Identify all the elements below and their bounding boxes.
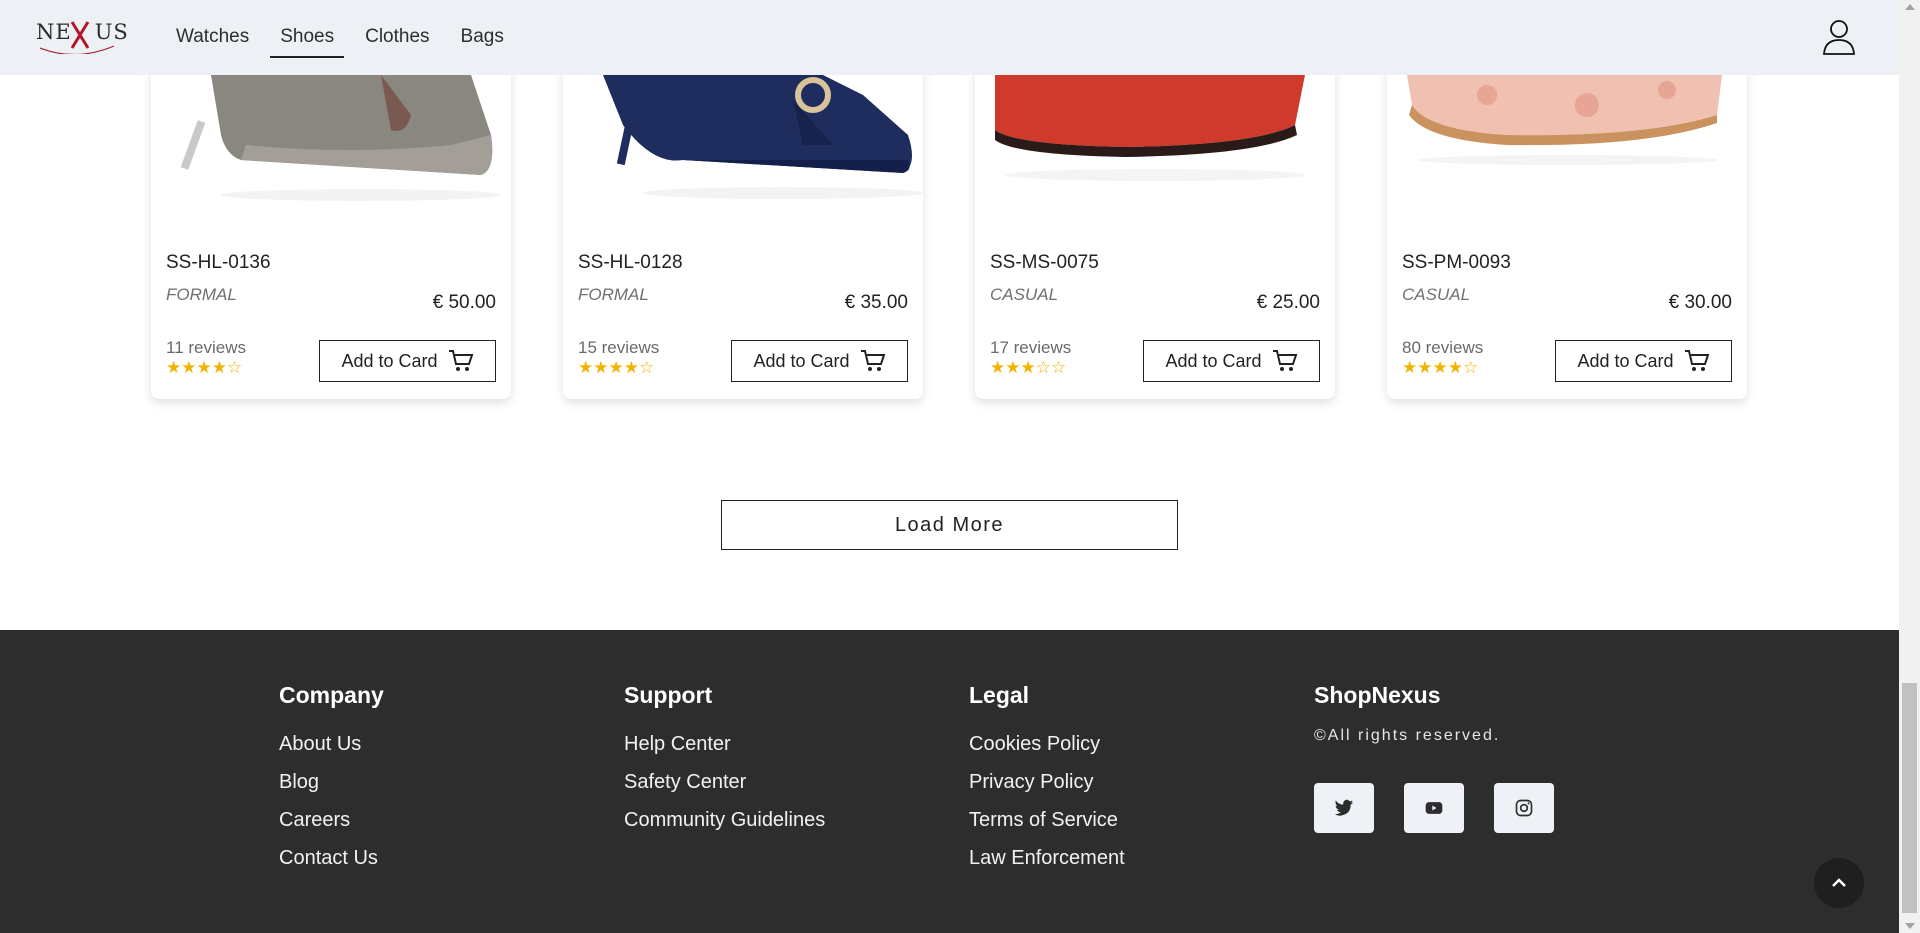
add-to-cart-button[interactable]: Add to Card [1143, 340, 1320, 382]
nav-item-watches[interactable]: Watches [166, 24, 259, 58]
cart-icon [1272, 350, 1297, 371]
youtube-icon [1425, 802, 1443, 814]
footer-column-brand: ShopNexus ©All rights reserved. [1314, 682, 1554, 833]
product-card[interactable]: SS-HL-0136 FORMAL € 50.00 11 reviews ★★★… [151, 40, 511, 399]
nav-item-shoes[interactable]: Shoes [270, 24, 345, 58]
page-scrollbar[interactable] [1899, 0, 1920, 933]
product-category: CASUAL [990, 285, 1059, 304]
product-reviews[interactable]: 17 reviews [990, 338, 1071, 358]
footer-link-careers[interactable]: Careers [279, 809, 384, 832]
footer-column-company: Company About Us Blog Careers Contact Us [279, 682, 384, 885]
twitter-icon [1334, 799, 1354, 816]
add-to-cart-button[interactable]: Add to Card [731, 340, 908, 382]
nav-item-clothes[interactable]: Clothes [355, 24, 439, 58]
product-price: € 50.00 [432, 292, 496, 313]
product-image-floral-flat[interactable] [1387, 75, 1747, 225]
product-price: € 35.00 [844, 292, 908, 313]
add-to-cart-button[interactable]: Add to Card [1555, 340, 1732, 382]
product-reviews[interactable]: 15 reviews [578, 338, 659, 358]
cart-icon [1684, 350, 1709, 371]
scroll-thumb[interactable] [1902, 683, 1917, 913]
scroll-down-arrow[interactable] [1905, 923, 1915, 929]
product-name[interactable]: SS-HL-0136 [166, 252, 271, 274]
add-to-cart-label: Add to Card [753, 350, 850, 371]
product-image-silver-heel[interactable] [151, 75, 511, 225]
product-reviews[interactable]: 80 reviews [1402, 338, 1483, 358]
product-category: CASUAL [1402, 285, 1471, 304]
product-image-red-loafer[interactable] [975, 75, 1335, 225]
product-price: € 25.00 [1256, 292, 1320, 313]
footer-link-help-center[interactable]: Help Center [624, 733, 825, 756]
social-links [1314, 783, 1554, 833]
product-name[interactable]: SS-MS-0075 [990, 252, 1099, 274]
footer-brand-name: ShopNexus [1314, 682, 1441, 708]
product-image-navy-heel[interactable] [563, 75, 923, 225]
instagram-button[interactable] [1494, 783, 1554, 833]
instagram-icon [1515, 799, 1533, 817]
product-name[interactable]: SS-PM-0093 [1402, 252, 1511, 274]
product-reviews[interactable]: 11 reviews [166, 338, 246, 358]
chevron-up-icon [1832, 878, 1846, 887]
brand-logo[interactable]: NE US [36, 18, 128, 54]
copyright-text: ©All rights reserved. [1314, 727, 1501, 744]
load-more-button[interactable]: Load More [721, 500, 1178, 550]
main-nav: Watches Shoes Clothes Bags [166, 24, 525, 58]
footer-heading: Legal [969, 682, 1030, 708]
footer-heading: Company [279, 682, 384, 708]
rating-stars: ★★★★☆ [578, 358, 655, 377]
rating-stars: ★★★☆☆ [990, 358, 1067, 377]
cart-icon [448, 350, 473, 371]
scroll-up-arrow[interactable] [1905, 4, 1915, 10]
back-to-top-button[interactable] [1814, 858, 1864, 908]
footer-link-about-us[interactable]: About Us [279, 733, 384, 756]
product-category: FORMAL [166, 285, 237, 304]
footer-column-support: Support Help Center Safety Center Commun… [624, 682, 825, 847]
footer-link-privacy-policy[interactable]: Privacy Policy [969, 771, 1125, 794]
product-name[interactable]: SS-HL-0128 [578, 252, 683, 274]
top-navbar: NE US Watches Shoes Clothes Bags [0, 0, 1899, 75]
product-category: FORMAL [578, 285, 649, 304]
twitter-button[interactable] [1314, 783, 1374, 833]
rating-stars: ★★★★☆ [166, 358, 243, 377]
youtube-button[interactable] [1404, 783, 1464, 833]
add-to-cart-button[interactable]: Add to Card [319, 340, 496, 382]
footer-heading: Support [624, 682, 713, 708]
product-price: € 30.00 [1668, 292, 1732, 313]
product-card[interactable]: SS-PM-0093 CASUAL € 30.00 80 reviews ★★★… [1387, 40, 1747, 399]
footer-link-contact-us[interactable]: Contact Us [279, 847, 384, 870]
cart-icon [860, 350, 885, 371]
footer-link-law-enforcement[interactable]: Law Enforcement [969, 847, 1125, 870]
add-to-cart-label: Add to Card [1165, 350, 1262, 371]
nav-item-bags[interactable]: Bags [451, 24, 514, 58]
footer-column-legal: Legal Cookies Policy Privacy Policy Term… [969, 682, 1125, 885]
footer-link-cookies-policy[interactable]: Cookies Policy [969, 733, 1125, 756]
footer-link-terms-of-service[interactable]: Terms of Service [969, 809, 1125, 832]
footer-link-safety-center[interactable]: Safety Center [624, 771, 825, 794]
site-footer: Company About Us Blog Careers Contact Us… [0, 630, 1899, 933]
product-card[interactable]: SS-MS-0075 CASUAL € 25.00 17 reviews ★★★… [975, 40, 1335, 399]
logo-text: NE US [36, 20, 129, 44]
product-card[interactable]: SS-HL-0128 FORMAL € 35.00 15 reviews ★★★… [563, 40, 923, 399]
footer-link-community-guidelines[interactable]: Community Guidelines [624, 809, 825, 832]
footer-link-blog[interactable]: Blog [279, 771, 384, 794]
rating-stars: ★★★★☆ [1402, 358, 1479, 377]
add-to-cart-label: Add to Card [341, 350, 438, 371]
user-icon[interactable] [1822, 18, 1856, 56]
add-to-cart-label: Add to Card [1577, 350, 1674, 371]
